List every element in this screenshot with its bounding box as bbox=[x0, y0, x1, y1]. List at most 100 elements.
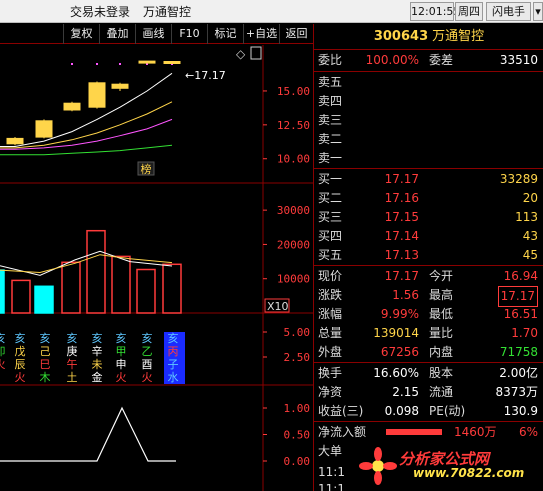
volume-bar bbox=[136, 268, 156, 314]
divider bbox=[314, 362, 543, 363]
bid-label: 买一 bbox=[318, 172, 343, 186]
price-tick-label: 10.00 bbox=[277, 153, 310, 166]
scroll-box-icon bbox=[250, 46, 262, 60]
tick-time: 11:1 bbox=[318, 482, 345, 491]
top-marker bbox=[119, 63, 121, 65]
ganzhi-char: 己 bbox=[40, 345, 51, 358]
ask-row: 卖四 bbox=[314, 92, 543, 111]
bid-price: 17.15 bbox=[384, 210, 419, 224]
add-favorite-button[interactable]: +自选 bbox=[243, 24, 279, 44]
ganzhi-char: 庚 bbox=[67, 344, 78, 358]
ganzhi-char: 水 bbox=[168, 371, 179, 384]
divider bbox=[314, 421, 543, 422]
ganzhi-char: 亥 bbox=[168, 331, 179, 345]
ganzhi-char: 卯 bbox=[0, 345, 6, 358]
ganzhi-char: 辛 bbox=[92, 344, 103, 358]
draw-line-button[interactable]: 画线 bbox=[135, 24, 171, 44]
adjust-rights-button[interactable]: 复权 bbox=[63, 24, 99, 44]
ganzhi-char: 亥 bbox=[67, 331, 78, 345]
stat-row: 涨跌 1.56 最高 17.17 bbox=[314, 286, 543, 307]
bid-row: 买一 17.17 33289 bbox=[314, 170, 543, 189]
volume-bar bbox=[111, 255, 131, 314]
f10-button[interactable]: F10 bbox=[171, 24, 207, 44]
order-ratio-label: 委比 bbox=[318, 53, 343, 67]
top-marker bbox=[71, 63, 73, 65]
trade-login-menu[interactable]: 交易未登录 bbox=[70, 3, 130, 20]
stat-value: 16.94 bbox=[503, 269, 538, 283]
stat-label: 最低 bbox=[429, 307, 454, 321]
window-stock-name: 万通智控 bbox=[143, 5, 192, 19]
stat-value: 17.17 bbox=[384, 269, 419, 283]
net-inflow-row: 净流入额 1460万 6% bbox=[314, 423, 543, 442]
order-diff-value: 33510 bbox=[499, 53, 538, 67]
tick-row: 11:1 bbox=[314, 480, 543, 491]
stat-value: 16.51 bbox=[503, 307, 538, 321]
divider bbox=[314, 71, 543, 72]
candle-body bbox=[111, 83, 129, 89]
ganzhi-char: 亥 bbox=[0, 331, 6, 345]
fundamental-value: 16.60% bbox=[373, 366, 419, 380]
ganzhi-tick-label: 2.50 bbox=[284, 351, 311, 364]
stock-header: 300643 万通智控 bbox=[314, 24, 543, 50]
stat-value: 1.70 bbox=[511, 326, 538, 340]
divider bbox=[314, 168, 543, 169]
fundamental-value: 8373万 bbox=[495, 385, 538, 399]
stat-label: 涨幅 bbox=[318, 307, 343, 321]
stat-value: 67256 bbox=[380, 345, 419, 359]
stat-label: 外盘 bbox=[318, 345, 343, 359]
ask-row: 卖三 bbox=[314, 111, 543, 130]
mark-button[interactable]: 标记 bbox=[207, 24, 243, 44]
bid-volume: 113 bbox=[515, 210, 538, 224]
bid-volume: 33289 bbox=[499, 172, 538, 186]
fundamental-value: 0.098 bbox=[384, 404, 419, 418]
watermark-logo bbox=[358, 446, 398, 486]
scroll-arrow-icon[interactable]: ▾ bbox=[533, 2, 543, 21]
ganzhi-char: 木 bbox=[40, 371, 51, 384]
bid-volume: 45 bbox=[522, 248, 538, 262]
stock-name: 万通智控 bbox=[432, 29, 485, 44]
stat-value: 9.99% bbox=[380, 307, 419, 321]
ask-label: 卖四 bbox=[318, 94, 343, 108]
flash-trade-button[interactable]: 闪电手 bbox=[486, 2, 531, 21]
ganzhi-char: 申 bbox=[116, 358, 127, 371]
candle-body bbox=[138, 60, 156, 64]
clock: 12:01:55 bbox=[410, 2, 460, 21]
ask-label: 卖五 bbox=[318, 75, 343, 89]
stock-chart[interactable]: ←17.17 ◇ 15.00 12.50 10.00 榜 30000 20000 10000 X1… bbox=[0, 45, 313, 491]
overlay-button[interactable]: 叠加 bbox=[99, 24, 135, 44]
ganzhi-tick-label: 5.00 bbox=[284, 326, 311, 339]
volume-tick-label: 10000 bbox=[277, 273, 310, 286]
back-button[interactable]: 返回 bbox=[279, 24, 313, 44]
bid-label: 买四 bbox=[318, 229, 343, 243]
ganzhi-char: 亥 bbox=[142, 331, 153, 345]
ganzhi-char: 辰 bbox=[15, 358, 26, 371]
volume-bar bbox=[162, 263, 182, 314]
volume-bar bbox=[86, 229, 106, 314]
order-ratio-value: 100.00% bbox=[365, 53, 419, 67]
fundamental-value: 2.00亿 bbox=[499, 366, 538, 380]
bid-label: 买二 bbox=[318, 191, 343, 205]
net-inflow-pct: 6% bbox=[518, 425, 538, 439]
candle-body bbox=[35, 120, 53, 138]
bid-row: 买四 17.14 43 bbox=[314, 227, 543, 246]
order-ratio-row: 委比 100.00% 委差 33510 bbox=[314, 51, 543, 70]
candle-body bbox=[63, 102, 81, 111]
ganzhi-char: 午 bbox=[67, 358, 78, 371]
volume-tick-label: 20000 bbox=[277, 238, 310, 251]
last-price-label: ←17.17 bbox=[185, 69, 226, 82]
marker-badge-label: 榜 bbox=[141, 162, 152, 176]
bid-row: 买二 17.16 20 bbox=[314, 189, 543, 208]
candle-body bbox=[163, 61, 181, 64]
fundamental-label: 换手 bbox=[318, 366, 343, 380]
volume-unit-label: X10 bbox=[267, 300, 289, 313]
ganzhi-char: 乙 bbox=[142, 345, 153, 358]
stat-row: 总量 139014 量比 1.70 bbox=[314, 324, 543, 343]
ganzhi-char: 戊 bbox=[15, 345, 26, 358]
net-inflow-bar bbox=[386, 429, 442, 435]
candle-body bbox=[88, 82, 106, 108]
ganzhi-char: 亥 bbox=[40, 331, 51, 345]
price-tick-label: 15.00 bbox=[277, 85, 310, 98]
bid-volume: 20 bbox=[522, 191, 538, 205]
ganzhi-char: 甲 bbox=[116, 345, 127, 358]
ganzhi-char: 酉 bbox=[142, 358, 153, 371]
